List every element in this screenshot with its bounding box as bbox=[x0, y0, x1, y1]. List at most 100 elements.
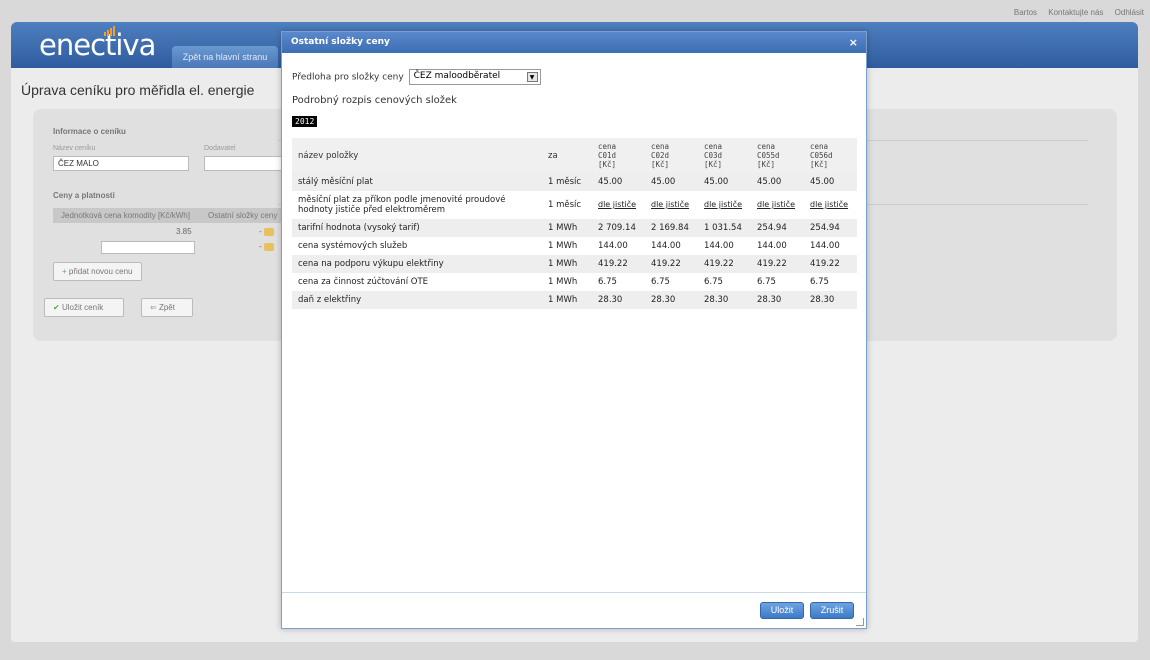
row-name: stálý měsíční plat bbox=[292, 173, 542, 191]
breaker-link[interactable]: dle jističe bbox=[598, 200, 636, 209]
logo[interactable]: enectiva bbox=[39, 26, 156, 62]
row-value: 2 169.84 bbox=[645, 219, 698, 237]
supplier-input[interactable] bbox=[204, 156, 282, 171]
contact-link[interactable]: Kontaktujte nás bbox=[1048, 8, 1103, 17]
arrow-left-icon: ⇐ bbox=[150, 303, 157, 312]
row-value: 144.00 bbox=[698, 237, 751, 255]
row-value: 144.00 bbox=[751, 237, 804, 255]
row-value: 419.22 bbox=[751, 255, 804, 273]
breaker-link[interactable]: dle jističe bbox=[704, 200, 742, 209]
row-value: 254.94 bbox=[804, 219, 857, 237]
row-value: 419.22 bbox=[645, 255, 698, 273]
row-unit: 1 MWh bbox=[542, 237, 592, 255]
grid-dash: - bbox=[259, 242, 274, 251]
row-value: 28.30 bbox=[698, 291, 751, 309]
logout-link[interactable]: Odhlásit bbox=[1115, 8, 1144, 17]
template-row: Předloha pro složky ceny ČEZ maloodběrat… bbox=[292, 69, 541, 85]
resize-handle-icon[interactable] bbox=[856, 618, 864, 626]
col-header-name: název položky bbox=[292, 138, 542, 173]
grid-col-other: Ostatní složky ceny bbox=[208, 211, 278, 220]
new-price-input[interactable] bbox=[101, 241, 195, 254]
table-header-row: název položky za cena C01d [Kč] cena C02d [K… bbox=[292, 138, 857, 173]
section-title-info: Informace o ceníku bbox=[53, 127, 126, 136]
breaker-link[interactable]: dle jističe bbox=[651, 200, 689, 209]
col-header-c056d: cena C056d [Kč] bbox=[804, 138, 857, 173]
row-value: 6.75 bbox=[645, 273, 698, 291]
row-name: cena na podporu výkupu elektřiny bbox=[292, 255, 542, 273]
row-name: měsíční plat za příkon podle jmenovité p… bbox=[292, 191, 542, 219]
row-value: 28.30 bbox=[645, 291, 698, 309]
row-value: 419.22 bbox=[592, 255, 645, 273]
row-unit: 1 MWh bbox=[542, 219, 592, 237]
col-header-c03d: cena C03d [Kč] bbox=[698, 138, 751, 173]
table-row: cena za činnost zúčtování OTE 1 MWh 6.75… bbox=[292, 273, 857, 291]
row-value: 45.00 bbox=[698, 173, 751, 191]
supplier-label: Dodavatel bbox=[204, 145, 236, 152]
save-pricelist-button[interactable]: ✔ Uložit ceník bbox=[44, 298, 124, 317]
row-value: 28.30 bbox=[804, 291, 857, 309]
save-icon: ✔ bbox=[53, 303, 60, 312]
table-row: daň z elektřiny 1 MWh 28.30 28.30 28.30 … bbox=[292, 291, 857, 309]
table-row: cena na podporu výkupu elektřiny 1 MWh 4… bbox=[292, 255, 857, 273]
row-value: 2 709.14 bbox=[592, 219, 645, 237]
table-row: tarifní hodnota (vysoký tarif) 1 MWh 2 7… bbox=[292, 219, 857, 237]
top-links: Bartos Kontaktujte nás Odhlásit bbox=[1005, 8, 1144, 17]
col-header-c01d: cena C01d [Kč] bbox=[592, 138, 645, 173]
dialog-cancel-button[interactable]: Zrušit bbox=[810, 602, 854, 619]
user-link[interactable]: Bartos bbox=[1014, 8, 1037, 17]
row-unit: 1 MWh bbox=[542, 291, 592, 309]
table-row: stálý měsíční plat 1 měsíc 45.00 45.00 4… bbox=[292, 173, 857, 191]
plus-icon: + bbox=[62, 267, 67, 276]
breaker-link[interactable]: dle jističe bbox=[810, 200, 848, 209]
row-value: 6.75 bbox=[751, 273, 804, 291]
breakdown-title: Podrobný rozpis cenových složek bbox=[292, 95, 457, 106]
dialog-footer: Uložit Zrušit bbox=[282, 592, 866, 628]
dialog-titlebar[interactable]: Ostatní složky ceny × bbox=[282, 32, 866, 53]
logo-text: enectiva bbox=[39, 28, 156, 62]
row-value: 45.00 bbox=[592, 173, 645, 191]
grid-col-unit-price: Jednotková cena komodity [Kč/kWh] bbox=[61, 211, 190, 220]
row-value: 419.22 bbox=[804, 255, 857, 273]
chevron-down-icon: ▼ bbox=[526, 72, 538, 82]
template-select[interactable]: ČEZ maloodběratel ▼ bbox=[408, 69, 541, 85]
close-icon[interactable]: × bbox=[849, 32, 858, 53]
row-value: 45.00 bbox=[751, 173, 804, 191]
row-value: 45.00 bbox=[804, 173, 857, 191]
edit-icon[interactable] bbox=[263, 242, 274, 251]
edit-icon[interactable] bbox=[263, 227, 274, 236]
col-header-c02d: cena C02d [Kč] bbox=[645, 138, 698, 173]
row-value: 144.00 bbox=[645, 237, 698, 255]
row-value: 28.30 bbox=[592, 291, 645, 309]
row-value: 6.75 bbox=[698, 273, 751, 291]
row-value: 1 031.54 bbox=[698, 219, 751, 237]
row-value: 144.00 bbox=[592, 237, 645, 255]
dialog-title: Ostatní složky ceny bbox=[291, 37, 390, 47]
back-button[interactable]: ⇐ Zpět bbox=[141, 298, 193, 317]
section-title-prices: Ceny a platnosti bbox=[53, 191, 115, 200]
name-label: Název ceníku bbox=[53, 145, 96, 152]
row-value: 6.75 bbox=[592, 273, 645, 291]
row-value: 144.00 bbox=[804, 237, 857, 255]
row-value: 28.30 bbox=[751, 291, 804, 309]
year-badge: 2012 bbox=[292, 116, 318, 127]
row-name: cena systémových služeb bbox=[292, 237, 542, 255]
row-name: tarifní hodnota (vysoký tarif) bbox=[292, 219, 542, 237]
template-label: Předloha pro složky ceny bbox=[292, 72, 404, 83]
name-input[interactable]: ČEZ MALO bbox=[53, 156, 189, 171]
add-price-button[interactable]: + přidat novou cenu bbox=[53, 262, 142, 281]
dialog-body: Předloha pro složky ceny ČEZ maloodběrat… bbox=[282, 53, 866, 592]
table-row: cena systémových služeb 1 MWh 144.00 144… bbox=[292, 237, 857, 255]
row-name: cena za činnost zúčtování OTE bbox=[292, 273, 542, 291]
nav-tab-back-home[interactable]: Zpět na hlavní stranu bbox=[172, 46, 278, 68]
page-title: Úprava ceníku pro měřidla el. energie bbox=[21, 82, 255, 98]
row-unit: 1 měsíc bbox=[542, 191, 592, 219]
dialog-save-button[interactable]: Uložit bbox=[760, 602, 804, 619]
row-value: 45.00 bbox=[645, 173, 698, 191]
row-unit: 1 měsíc bbox=[542, 173, 592, 191]
prices-grid-header: Jednotková cena komodity [Kč/kWh] Ostatn… bbox=[53, 208, 283, 223]
price-components-dialog: Ostatní složky ceny × Předloha pro složk… bbox=[281, 31, 867, 629]
col-header-c055d: cena C055d [Kč] bbox=[751, 138, 804, 173]
row-value: 6.75 bbox=[804, 273, 857, 291]
breaker-link[interactable]: dle jističe bbox=[757, 200, 795, 209]
row-value: 419.22 bbox=[698, 255, 751, 273]
